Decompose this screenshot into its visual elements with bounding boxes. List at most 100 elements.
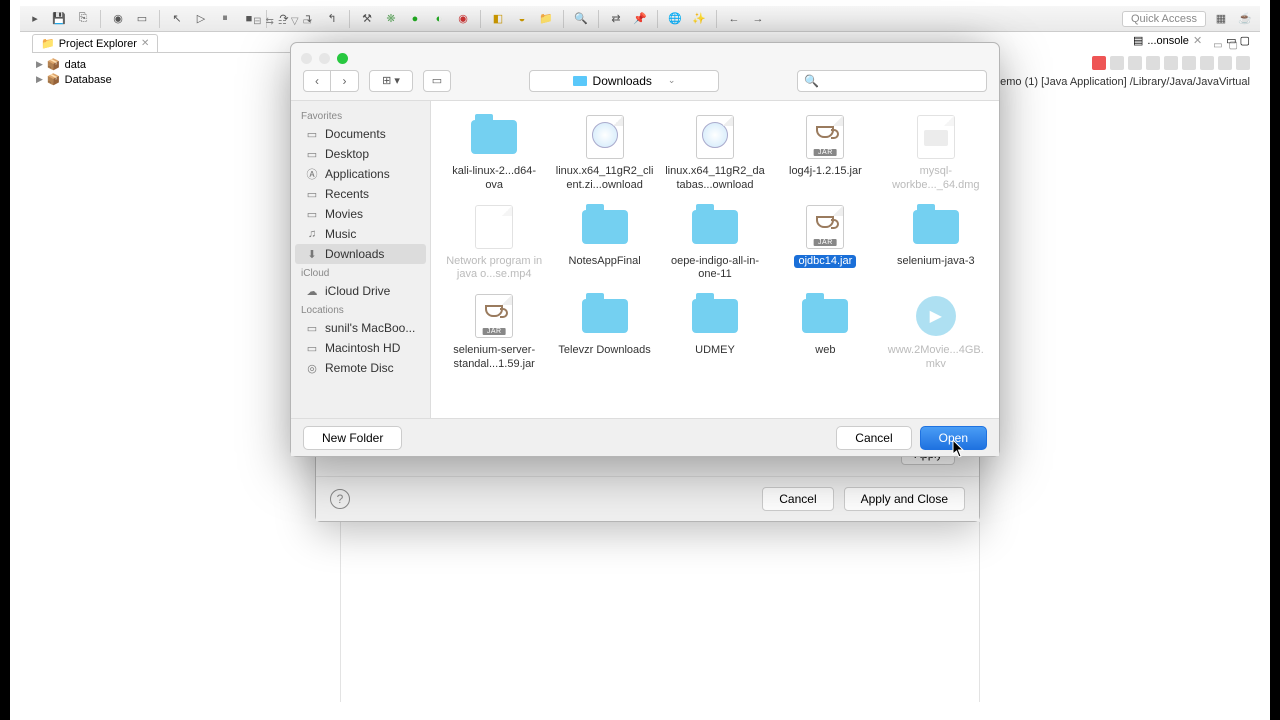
- sidebar-item-downloads[interactable]: ⬇Downloads: [295, 244, 426, 264]
- save-icon[interactable]: 💾: [50, 10, 68, 28]
- build-icon[interactable]: ⚒: [358, 10, 376, 28]
- wizard-icon[interactable]: ✨: [690, 10, 708, 28]
- close-icon[interactable]: ✕: [141, 38, 149, 49]
- path-selector[interactable]: Downloads ⌄: [529, 70, 719, 92]
- file-item[interactable]: linux.x64_11gR2_client.zi...ownload: [551, 115, 657, 193]
- disc-icon: ◎: [305, 362, 319, 374]
- cancel-button[interactable]: Cancel: [762, 487, 833, 511]
- new-class-icon[interactable]: ◒: [513, 10, 531, 28]
- forward-button[interactable]: ›: [331, 70, 359, 92]
- min-dot[interactable]: [319, 53, 330, 64]
- sidebar-item-recents[interactable]: ▭Recents: [291, 184, 430, 204]
- pin-icon[interactable]: 📌: [631, 10, 649, 28]
- file-item[interactable]: JARselenium-server-standal...1.59.jar: [441, 294, 547, 372]
- min-icon[interactable]: ▭: [303, 16, 312, 27]
- project-item-database[interactable]: ▶📦Database: [32, 72, 312, 87]
- clear-icon[interactable]: [1146, 56, 1160, 70]
- new-icon[interactable]: ▸: [26, 10, 44, 28]
- open-button[interactable]: Open: [920, 426, 987, 450]
- file-label: Network program in java o...se.mp4: [444, 255, 544, 283]
- sidebar-item-movies[interactable]: ▭Movies: [291, 204, 430, 224]
- file-item[interactable]: UDMEY: [662, 294, 768, 372]
- file-item[interactable]: selenium-java-3: [883, 205, 989, 283]
- back-icon[interactable]: ←: [725, 10, 743, 28]
- sidebar-item-applications[interactable]: ⒶApplications: [291, 164, 430, 184]
- coverage-icon[interactable]: ◐: [430, 10, 448, 28]
- close-dot[interactable]: [301, 53, 312, 64]
- project-explorer: 📁 Project Explorer ✕ ⊟ ⇆ ⚏ ▽ ▭ ▶📦data ▶📦…: [32, 34, 312, 88]
- note-icon[interactable]: ▭: [133, 10, 151, 28]
- sidebar: Favorites ▭Documents ▭Desktop ⒶApplicati…: [291, 101, 431, 418]
- apply-close-button[interactable]: Apply and Close: [844, 487, 965, 511]
- file-item[interactable]: web: [772, 294, 878, 372]
- search-input[interactable]: 🔍: [797, 70, 987, 92]
- sidebar-item-remote-disc[interactable]: ◎Remote Disc: [291, 358, 430, 378]
- group-button[interactable]: ▭: [423, 70, 451, 92]
- ext-tools-icon[interactable]: ◉: [454, 10, 472, 28]
- file-item[interactable]: oepe-indigo-all-in-one-11: [662, 205, 768, 283]
- file-item[interactable]: Televzr Downloads: [551, 294, 657, 372]
- file-item[interactable]: JARlog4j-1.2.15.jar: [772, 115, 878, 193]
- pause-icon[interactable]: ⏸: [216, 10, 234, 28]
- word-wrap-icon[interactable]: [1182, 56, 1196, 70]
- open-console-icon[interactable]: [1236, 56, 1250, 70]
- fwd-icon[interactable]: →: [749, 10, 767, 28]
- remove-all-icon[interactable]: [1128, 56, 1142, 70]
- sidebar-item-documents[interactable]: ▭Documents: [291, 124, 430, 144]
- file-label: kali-linux-2...d64-ova: [444, 165, 544, 193]
- link-icon[interactable]: ⇆: [265, 16, 273, 27]
- user-icon[interactable]: ◉: [109, 10, 127, 28]
- debug-pointer-icon[interactable]: ↖: [168, 10, 186, 28]
- quick-access[interactable]: Quick Access: [1122, 11, 1206, 27]
- view-menu-icon[interactable]: ▽: [291, 16, 299, 27]
- project-explorer-tab[interactable]: 📁 Project Explorer ✕: [32, 34, 158, 52]
- file-item[interactable]: mysql-workbe..._64.dmg: [883, 115, 989, 193]
- cancel-button[interactable]: Cancel: [836, 426, 911, 450]
- sidebar-item-icloud[interactable]: ☁iCloud Drive: [291, 281, 430, 301]
- file-item[interactable]: linux.x64_11gR2_databas...ownload: [662, 115, 768, 193]
- save-all-icon[interactable]: ⎘: [74, 10, 92, 28]
- dmg-icon: [910, 115, 962, 159]
- project-item-data[interactable]: ▶📦data: [32, 57, 312, 72]
- java-perspective-icon[interactable]: ☕: [1236, 10, 1254, 28]
- back-button[interactable]: ‹: [303, 70, 331, 92]
- globe-icon[interactable]: 🌐: [666, 10, 684, 28]
- toggle-icon[interactable]: ⇄: [607, 10, 625, 28]
- run-icon[interactable]: ●: [406, 10, 424, 28]
- folder-icon: [573, 76, 587, 86]
- search-icon[interactable]: 🔍: [572, 10, 590, 28]
- display-icon[interactable]: [1218, 56, 1232, 70]
- chevron-down-icon: ⌄: [668, 75, 676, 86]
- file-item[interactable]: kali-linux-2...d64-ova: [441, 115, 547, 193]
- step-out-icon[interactable]: ↰: [323, 10, 341, 28]
- pin-console-icon[interactable]: [1200, 56, 1214, 70]
- remove-icon[interactable]: [1110, 56, 1124, 70]
- file-item[interactable]: JARojdbc14.jar: [772, 205, 878, 283]
- sidebar-item-macintosh-hd[interactable]: ▭Macintosh HD: [291, 338, 430, 358]
- console-tab[interactable]: ▤ ...onsole ✕ ▭ ▢: [1133, 34, 1250, 47]
- sidebar-item-macbook[interactable]: ▭sunil's MacBoo...: [291, 318, 430, 338]
- scroll-lock-icon[interactable]: [1164, 56, 1178, 70]
- help-icon[interactable]: ?: [330, 489, 350, 509]
- sidebar-item-music[interactable]: ♫Music: [291, 224, 430, 244]
- file-item[interactable]: NotesAppFinal: [551, 205, 657, 283]
- folder-icon: 📁: [41, 37, 55, 50]
- close-icon[interactable]: ✕: [1193, 34, 1202, 47]
- file-label: linux.x64_11gR2_databas...ownload: [665, 165, 765, 193]
- perspective-icon[interactable]: ▦: [1212, 10, 1230, 28]
- max-dot[interactable]: [337, 53, 348, 64]
- view-mode-button[interactable]: ⊞ ▾: [369, 70, 413, 92]
- sidebar-item-desktop[interactable]: ▭Desktop: [291, 144, 430, 164]
- file-item[interactable]: ▶www.2Movie...4GB.mkv: [883, 294, 989, 372]
- folder-icon[interactable]: 📁: [537, 10, 555, 28]
- new-pkg-icon[interactable]: ◧: [489, 10, 507, 28]
- file-item[interactable]: Network program in java o...se.mp4: [441, 205, 547, 283]
- terminate-icon[interactable]: [1092, 56, 1106, 70]
- console-status: > Demo (1) [Java Application] /Library/J…: [983, 76, 1250, 88]
- debug-icon[interactable]: ❋: [382, 10, 400, 28]
- window-controls: [301, 53, 348, 64]
- new-folder-button[interactable]: New Folder: [303, 426, 402, 450]
- collapse-icon[interactable]: ⊟: [253, 16, 261, 27]
- resume-icon[interactable]: ▷: [192, 10, 210, 28]
- filter-icon[interactable]: ⚏: [278, 16, 287, 27]
